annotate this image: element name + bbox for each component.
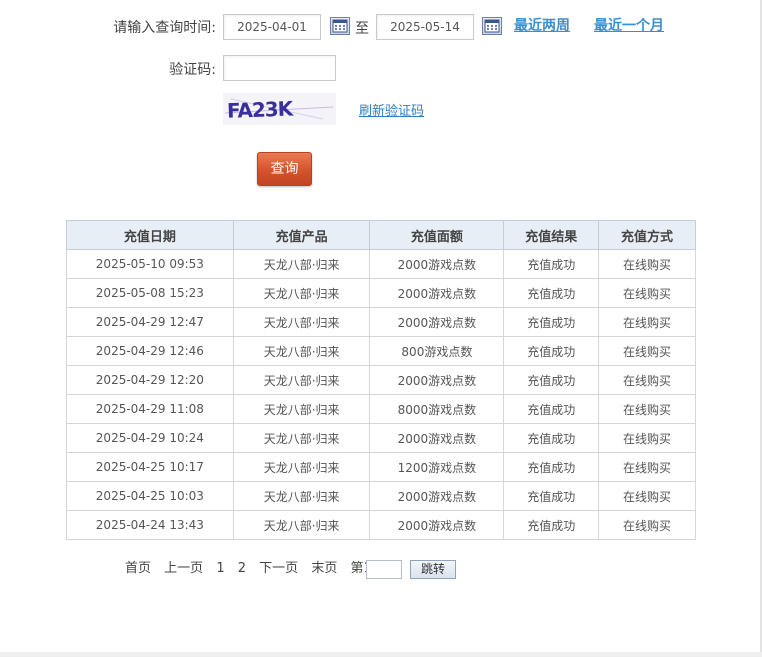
pagination: 首页 上一页 1 2 下一页 末页 第1/2页 (125, 558, 403, 580)
cell-result: 充值成功 (503, 365, 600, 395)
table-row: 2025-04-29 12:46 天龙八部·归来 800游戏点数 充值成功 在线… (66, 336, 696, 366)
captcha-text: FA23K (227, 96, 295, 122)
table-row: 2025-05-10 09:53 天龙八部·归来 2000游戏点数 充值成功 在… (66, 249, 696, 279)
cell-product: 天龙八部·归来 (232, 249, 371, 279)
table-row: 2025-04-29 10:24 天龙八部·归来 2000游戏点数 充值成功 在… (66, 423, 696, 453)
cell-method: 在线购买 (598, 423, 696, 453)
cell-date: 2025-04-25 10:03 (66, 481, 234, 511)
cell-amount: 8000游戏点数 (369, 394, 505, 424)
cell-date: 2025-04-25 10:17 (66, 452, 234, 482)
cell-product: 天龙八部·归来 (232, 307, 371, 337)
cell-result: 充值成功 (503, 249, 600, 279)
page-number-1[interactable]: 1 (216, 561, 224, 576)
header-result: 充值结果 (503, 220, 600, 250)
calendar-icon (484, 19, 500, 33)
cell-result: 充值成功 (503, 481, 600, 511)
recharge-records-table: 充值日期 充值产品 充值面额 充值结果 充值方式 2025-05-10 09:5… (66, 220, 696, 540)
start-calendar-icon[interactable] (330, 17, 350, 35)
table-row: 2025-04-29 12:47 天龙八部·归来 2000游戏点数 充值成功 在… (66, 307, 696, 337)
end-date-input[interactable]: 2025-05-14 (376, 14, 474, 40)
cell-amount: 800游戏点数 (369, 336, 505, 366)
cell-method: 在线购买 (598, 307, 696, 337)
cell-result: 充值成功 (503, 510, 600, 540)
table-row: 2025-04-29 12:20 天龙八部·归来 2000游戏点数 充值成功 在… (66, 365, 696, 395)
jump-page-input[interactable] (366, 560, 402, 579)
page-bottom-strip (0, 652, 762, 657)
table-row: 2025-04-29 11:08 天龙八部·归来 8000游戏点数 充值成功 在… (66, 394, 696, 424)
page-number-2[interactable]: 2 (238, 561, 246, 576)
cell-date: 2025-04-24 13:43 (66, 510, 234, 540)
cell-product: 天龙八部·归来 (232, 423, 371, 453)
cell-date: 2025-04-29 12:47 (66, 307, 234, 337)
start-date-input[interactable]: 2025-04-01 (223, 14, 321, 40)
cell-product: 天龙八部·归来 (232, 365, 371, 395)
calendar-icon (332, 19, 348, 33)
cell-date: 2025-04-29 10:24 (66, 423, 234, 453)
cell-product: 天龙八部·归来 (232, 394, 371, 424)
cell-method: 在线购买 (598, 336, 696, 366)
cell-product: 天龙八部·归来 (232, 278, 371, 308)
cell-amount: 2000游戏点数 (369, 249, 505, 279)
cell-method: 在线购买 (598, 249, 696, 279)
cell-method: 在线购买 (598, 278, 696, 308)
cell-method: 在线购买 (598, 510, 696, 540)
last-page-link[interactable]: 末页 (311, 561, 337, 576)
first-page-link[interactable]: 首页 (125, 561, 151, 576)
cell-product: 天龙八部·归来 (232, 481, 371, 511)
cell-amount: 2000游戏点数 (369, 510, 505, 540)
cell-method: 在线购买 (598, 394, 696, 424)
next-page-link[interactable]: 下一页 (259, 561, 298, 576)
prev-page-link[interactable]: 上一页 (164, 561, 203, 576)
header-amount: 充值面额 (369, 220, 505, 250)
header-product: 充值产品 (232, 220, 371, 250)
end-calendar-icon[interactable] (482, 17, 502, 35)
cell-product: 天龙八部·归来 (232, 510, 371, 540)
cell-method: 在线购买 (598, 481, 696, 511)
cell-method: 在线购买 (598, 365, 696, 395)
cell-amount: 2000游戏点数 (369, 307, 505, 337)
table-row: 2025-04-25 10:03 天龙八部·归来 2000游戏点数 充值成功 在… (66, 481, 696, 511)
last-two-weeks-link[interactable]: 最近两周 (514, 15, 570, 35)
query-time-label: 请输入查询时间: (113, 20, 216, 36)
cell-product: 天龙八部·归来 (232, 452, 371, 482)
cell-method: 在线购买 (598, 452, 696, 482)
table-header-row: 充值日期 充值产品 充值面额 充值结果 充值方式 (66, 220, 696, 250)
cell-amount: 2000游戏点数 (369, 365, 505, 395)
cell-result: 充值成功 (503, 423, 600, 453)
cell-result: 充值成功 (503, 307, 600, 337)
header-method: 充值方式 (598, 220, 696, 250)
cell-date: 2025-04-29 12:20 (66, 365, 234, 395)
cell-date: 2025-04-29 12:46 (66, 336, 234, 366)
cell-amount: 2000游戏点数 (369, 481, 505, 511)
table-row: 2025-04-25 10:17 天龙八部·归来 1200游戏点数 充值成功 在… (66, 452, 696, 482)
captcha-image[interactable]: FA23K (223, 93, 336, 125)
query-button[interactable]: 查询 (257, 152, 312, 186)
table-row: 2025-05-08 15:23 天龙八部·归来 2000游戏点数 充值成功 在… (66, 278, 696, 308)
cell-date: 2025-05-10 09:53 (66, 249, 234, 279)
date-range-separator: 至 (355, 21, 369, 37)
header-date: 充值日期 (66, 220, 234, 250)
cell-result: 充值成功 (503, 336, 600, 366)
cell-amount: 2000游戏点数 (369, 278, 505, 308)
cell-date: 2025-05-08 15:23 (66, 278, 234, 308)
captcha-label: 验证码: (169, 62, 216, 78)
last-month-link[interactable]: 最近一个月 (594, 15, 664, 35)
refresh-captcha-link[interactable]: 刷新验证码 (359, 100, 424, 119)
jump-button[interactable]: 跳转 (410, 560, 456, 579)
table-row: 2025-04-24 13:43 天龙八部·归来 2000游戏点数 充值成功 在… (66, 510, 696, 540)
cell-product: 天龙八部·归来 (232, 336, 371, 366)
cell-date: 2025-04-29 11:08 (66, 394, 234, 424)
cell-amount: 1200游戏点数 (369, 452, 505, 482)
cell-result: 充值成功 (503, 452, 600, 482)
captcha-input[interactable] (223, 55, 336, 81)
cell-result: 充值成功 (503, 394, 600, 424)
cell-amount: 2000游戏点数 (369, 423, 505, 453)
cell-result: 充值成功 (503, 278, 600, 308)
